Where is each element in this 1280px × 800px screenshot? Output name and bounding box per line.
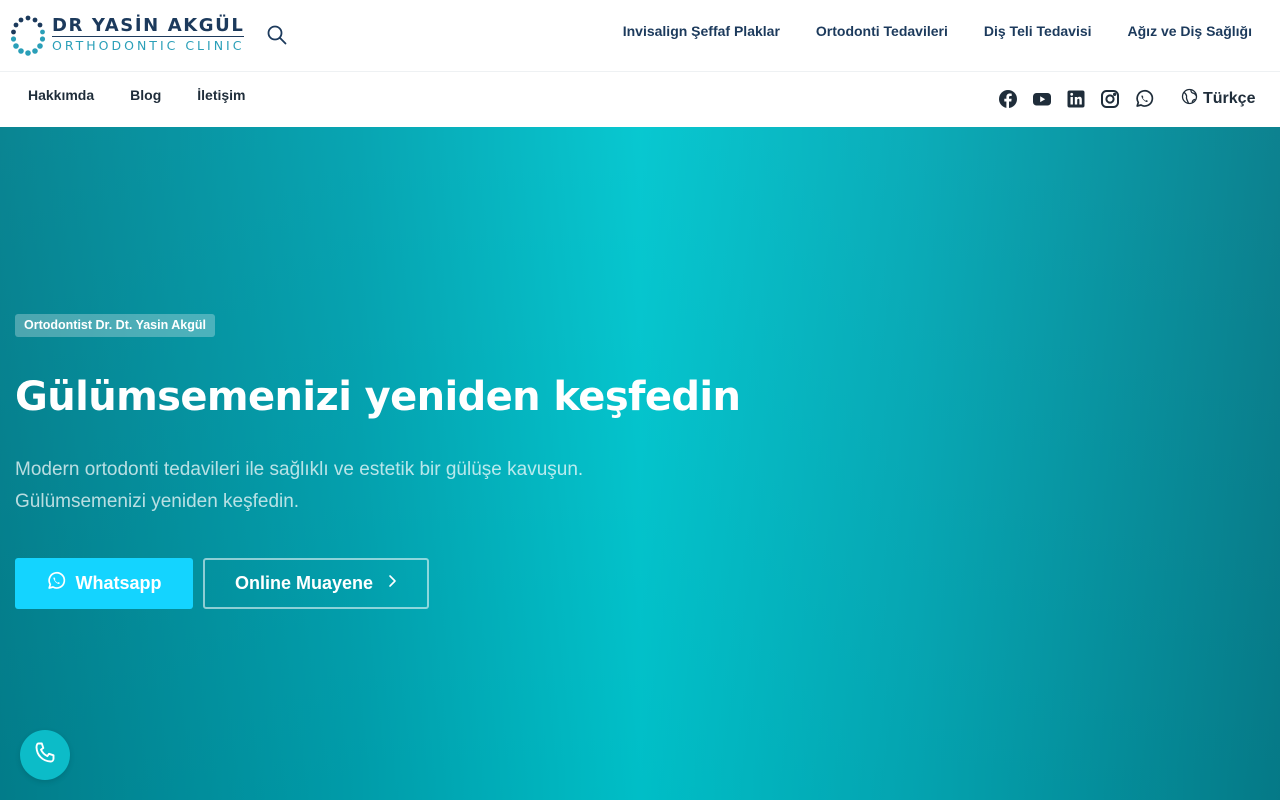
whatsapp-button[interactable]: Whatsapp bbox=[15, 558, 193, 609]
logo-text: DR YASİN AKGÜL ORTHODONTIC CLINIC bbox=[52, 15, 245, 54]
logo-title: DR YASİN AKGÜL bbox=[52, 15, 245, 36]
top-header: DR YASİN AKGÜL ORTHODONTIC CLINIC Invisa… bbox=[0, 0, 1280, 72]
nav-blog[interactable]: Blog bbox=[130, 84, 161, 106]
hero-title: Gülümsemenizi yeniden keşfedin bbox=[15, 374, 741, 420]
whatsapp-button-label: Whatsapp bbox=[75, 573, 162, 593]
secondary-header: Hakkımda Blog İletişim Türkçe bbox=[0, 72, 1280, 127]
hero-description-line-2: Gülümsemenizi yeniden keşfedin. bbox=[15, 491, 300, 512]
logo-subtitle: ORTHODONTIC CLINIC bbox=[52, 36, 245, 53]
hero-description-line-1: Modern ortodonti tedavileri ile sağlıklı… bbox=[15, 459, 584, 480]
language-label: Türkçe bbox=[1203, 90, 1256, 107]
youtube-icon[interactable] bbox=[1031, 88, 1053, 110]
language-selector[interactable]: Türkçe bbox=[1181, 88, 1255, 110]
phone-icon bbox=[32, 740, 58, 771]
main-navigation: Invisalign Şeffaf Plaklar Ortodonti Teda… bbox=[623, 20, 1252, 42]
hero-description: Modern ortodonti tedavileri ile sağlıklı… bbox=[15, 454, 655, 518]
logo-dots-icon bbox=[10, 14, 46, 56]
hero-section: Ortodontist Dr. Dt. Yasin Akgül Gülümsem… bbox=[0, 127, 1280, 800]
social-links bbox=[997, 88, 1155, 110]
secondary-navigation: Hakkımda Blog İletişim bbox=[28, 84, 246, 106]
search-icon[interactable] bbox=[266, 24, 288, 46]
floating-call-button[interactable] bbox=[20, 730, 70, 780]
nav-oral-health[interactable]: Ağız ve Diş Sağlığı bbox=[1128, 20, 1252, 42]
globe-icon bbox=[1181, 88, 1198, 110]
linkedin-icon[interactable] bbox=[1065, 88, 1087, 110]
hero-badge: Ortodontist Dr. Dt. Yasin Akgül bbox=[15, 314, 215, 337]
nav-braces[interactable]: Diş Teli Tedavisi bbox=[984, 20, 1092, 42]
nav-about[interactable]: Hakkımda bbox=[28, 84, 94, 106]
chevron-right-icon bbox=[387, 574, 397, 593]
site-logo[interactable]: DR YASİN AKGÜL ORTHODONTIC CLINIC bbox=[10, 14, 255, 56]
nav-invisalign[interactable]: Invisalign Şeffaf Plaklar bbox=[623, 20, 780, 42]
facebook-icon[interactable] bbox=[997, 88, 1019, 110]
whatsapp-icon bbox=[46, 571, 66, 596]
whatsapp-icon[interactable] bbox=[1133, 88, 1155, 110]
nav-contact[interactable]: İletişim bbox=[197, 84, 245, 106]
instagram-icon[interactable] bbox=[1099, 88, 1121, 110]
online-exam-button-label: Online Muayene bbox=[234, 573, 374, 593]
online-exam-button[interactable]: Online Muayene bbox=[203, 558, 429, 609]
nav-orthodontics[interactable]: Ortodonti Tedavileri bbox=[816, 20, 948, 42]
